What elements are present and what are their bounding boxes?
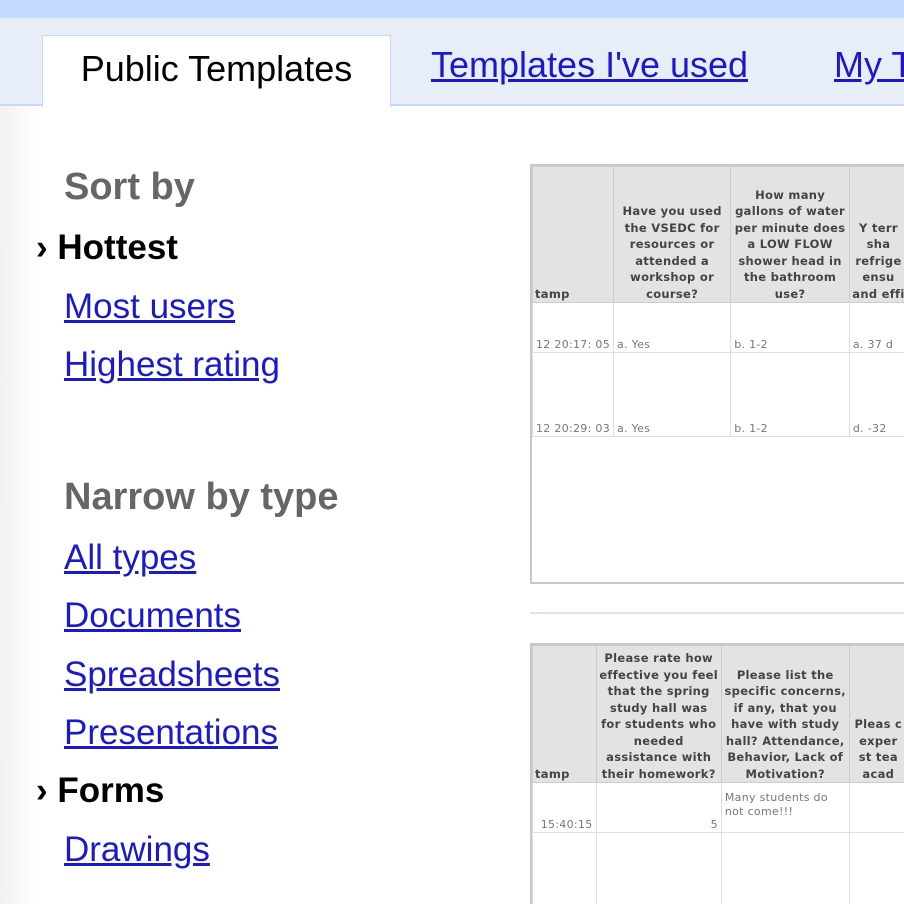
column-header: Please list the specific concerns, if an… (720, 645, 850, 783)
table-header-row: tamp Have you used the VSEDC for resourc… (532, 166, 904, 303)
table-cell: 12 20:17: 05 (532, 302, 614, 353)
column-header: Y terr sha refrige ensu and effi (848, 166, 904, 303)
table-cell (848, 832, 904, 904)
type-item-documents[interactable]: Documents (64, 596, 241, 636)
table-cell: d. -32 (848, 352, 904, 437)
column-header: How many gallons of water per minute doe… (730, 166, 850, 303)
column-header: Have you used the VSEDC for resources or… (612, 166, 732, 303)
sort-item-label: Hottest (57, 228, 178, 267)
preview-divider (530, 612, 904, 614)
template-preview-2[interactable]: tamp Please rate how effective you feel … (530, 643, 904, 904)
sort-item-hottest: › Hottest (36, 228, 178, 268)
tab-public-templates[interactable]: Public Templates (42, 35, 391, 107)
table-row: 12 20:29: 03 a. Yes b. 1-2 d. -32 (532, 352, 904, 437)
type-item-spreadsheets[interactable]: Spreadsheets (64, 655, 280, 695)
table-cell (720, 832, 850, 904)
type-item-forms: › Forms (36, 771, 164, 811)
sort-by-heading: Sort by (64, 166, 195, 208)
sort-item-most-users[interactable]: Most users (64, 287, 235, 327)
type-item-drawings[interactable]: Drawings (64, 830, 210, 870)
table-header-row: tamp Please rate how effective you feel … (532, 645, 904, 783)
template-preview-1[interactable]: tamp Have you used the VSEDC for resourc… (530, 164, 904, 584)
top-bar (0, 0, 904, 18)
sort-item-highest-rating[interactable]: Highest rating (64, 345, 280, 385)
table-cell: a. 37 d (848, 302, 904, 353)
table-cell: a. Yes (612, 352, 732, 437)
column-header: Pleas c exper st tea acad (848, 645, 904, 783)
table-cell: 12 20:29: 03 (532, 352, 614, 437)
table-cell: Many students do not come!!! (720, 782, 850, 833)
table-cell (848, 782, 904, 833)
table-cell (532, 832, 597, 904)
table-row (532, 832, 904, 904)
type-item-label: Forms (57, 771, 165, 810)
tab-templates-used[interactable]: Templates I've used (431, 44, 748, 86)
table-row: 15:40:15 5 Many students do not come!!! (532, 782, 904, 833)
table-cell: a. Yes (612, 302, 732, 353)
table-cell: b. 1-2 (730, 302, 850, 353)
table-cell: 15:40:15 (532, 782, 597, 833)
table-cell: b. 1-2 (730, 352, 850, 437)
table-cell (595, 832, 722, 904)
narrow-by-type-heading: Narrow by type (64, 476, 339, 518)
tab-my-templates[interactable]: My T (834, 44, 904, 86)
selected-marker-icon: › (36, 771, 48, 810)
sidebar-shade (0, 106, 40, 904)
type-item-all-types[interactable]: All types (64, 538, 196, 578)
table-row: 12 20:17: 05 a. Yes b. 1-2 a. 37 d (532, 302, 904, 353)
selected-marker-icon: › (36, 228, 48, 267)
column-header: Please rate how effective you feel that … (595, 645, 722, 783)
column-header: tamp (532, 166, 614, 303)
type-item-presentations[interactable]: Presentations (64, 713, 278, 753)
table-cell: 5 (595, 782, 722, 833)
column-header: tamp (532, 645, 597, 783)
